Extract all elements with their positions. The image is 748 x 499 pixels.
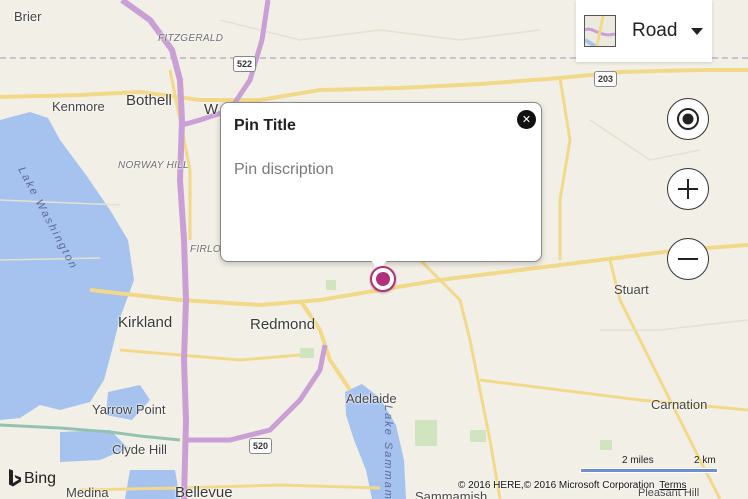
scale-bar: 2 miles 2 km: [578, 452, 720, 473]
map-canvas[interactable]: Brier FITZGERALD Kenmore Bothell W NORWA…: [0, 0, 748, 499]
map-style-picker[interactable]: Road: [576, 0, 712, 62]
road-map-thumbnail-icon: [584, 15, 616, 47]
place-label-fitzgerald: FITZGERALD: [158, 33, 224, 44]
place-label-stuart: Stuart: [614, 282, 649, 297]
pushpin-dot-icon: [376, 272, 390, 286]
locate-icon: [677, 108, 699, 130]
highway-shield-520: 520: [249, 438, 273, 454]
close-icon[interactable]: ✕: [517, 110, 536, 129]
place-label-medina: Medina: [66, 485, 109, 499]
chevron-down-icon[interactable]: [691, 27, 704, 35]
place-label-kenmore: Kenmore: [52, 99, 105, 114]
scale-km-label: 2 km: [694, 455, 716, 466]
place-label-woodinville: W: [204, 101, 219, 118]
map-style-label: Road: [632, 20, 678, 41]
infobox-description: Pin discription: [234, 161, 334, 178]
place-label-bothell: Bothell: [126, 92, 172, 109]
locate-me-button[interactable]: [667, 98, 709, 140]
place-label-adelaide: Adelaide: [346, 391, 397, 406]
attribution-text: © 2016 HERE,© 2016 Microsoft Corporation: [458, 480, 655, 491]
place-label-finn-hill: FIRLO: [190, 244, 221, 255]
copyright-attribution: © 2016 HERE,© 2016 Microsoft Corporation…: [458, 480, 687, 491]
bing-wordmark: Bing: [24, 470, 57, 487]
place-label-yarrow-point: Yarrow Point: [92, 402, 166, 417]
bing-logo: Bing: [8, 469, 56, 489]
minus-icon: [678, 258, 698, 260]
scale-miles-label: 2 miles: [622, 455, 654, 466]
highway-shield-522: 522: [233, 56, 257, 72]
place-label-clyde-hill: Clyde Hill: [112, 442, 167, 457]
place-label-redmond: Redmond: [250, 316, 316, 333]
zoom-in-button[interactable]: [667, 168, 709, 210]
place-label-bellevue: Bellevue: [175, 484, 233, 499]
place-label-brier: Brier: [14, 9, 42, 24]
place-label-carnation: Carnation: [651, 397, 708, 412]
scale-bar-line: [580, 468, 718, 473]
bing-b-icon: [9, 469, 21, 487]
place-label-kirkland: Kirkland: [118, 314, 173, 331]
water-label-lake-sammamish: Lake Sammamish: [382, 405, 394, 499]
infobox-title: Pin Title: [234, 117, 296, 134]
highway-shield-203: 203: [594, 71, 618, 87]
zoom-out-button[interactable]: [667, 238, 709, 280]
pin-infobox: Pin Title Pin discription ✕: [220, 102, 542, 262]
place-label-norway-hill: NORWAY HILL: [118, 160, 189, 171]
terms-link[interactable]: Terms: [659, 480, 686, 491]
plus-icon: [678, 179, 698, 199]
map-pushpin[interactable]: [370, 266, 396, 292]
